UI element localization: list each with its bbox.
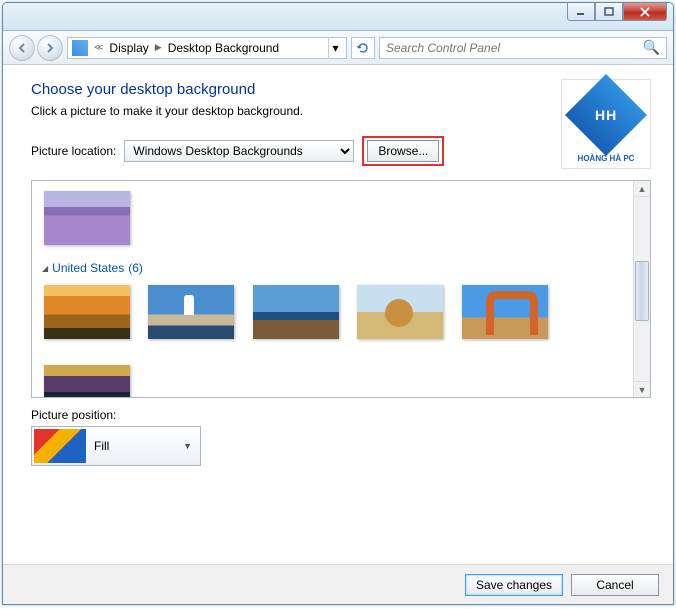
browse-button[interactable]: Browse... bbox=[367, 140, 439, 162]
picture-position: Picture position: Fill ▼ bbox=[31, 408, 651, 466]
navigation-bar: ≪ Display ▶ Desktop Background ▾ 🔍 bbox=[3, 31, 673, 65]
page-subtitle: Click a picture to make it your desktop … bbox=[31, 104, 651, 118]
titlebar bbox=[3, 3, 673, 31]
browse-highlight: Browse... bbox=[362, 136, 444, 166]
picture-position-label: Picture position: bbox=[31, 408, 651, 422]
picture-location-row: Picture location: Windows Desktop Backgr… bbox=[31, 136, 651, 166]
chevron-right-icon: ▶ bbox=[155, 42, 162, 53]
content-area: HH HOÀNG HÀ PC Choose your desktop backg… bbox=[3, 65, 673, 564]
breadcrumb-display[interactable]: Display bbox=[109, 41, 148, 55]
forward-button[interactable] bbox=[37, 35, 63, 61]
collapse-caret-icon: ◢ bbox=[42, 264, 48, 273]
scrollbar[interactable]: ▲ ▼ bbox=[633, 181, 650, 397]
picture-position-select[interactable]: Fill ▼ bbox=[31, 426, 201, 466]
scroll-thumb[interactable] bbox=[635, 261, 649, 321]
wallpaper-thumb[interactable] bbox=[44, 285, 130, 339]
breadcrumb-desktop-background[interactable]: Desktop Background bbox=[168, 41, 279, 55]
scroll-down-icon[interactable]: ▼ bbox=[634, 381, 650, 397]
back-button[interactable] bbox=[9, 35, 35, 61]
group-count: (6) bbox=[128, 261, 143, 275]
wallpaper-scroll-area[interactable]: ◢ United States (6) bbox=[32, 181, 633, 397]
maximize-button[interactable] bbox=[595, 3, 623, 21]
wallpaper-thumb[interactable] bbox=[462, 285, 548, 339]
close-button[interactable] bbox=[623, 3, 667, 21]
picture-location-label: Picture location: bbox=[31, 144, 116, 158]
wallpaper-thumb[interactable] bbox=[44, 365, 130, 397]
group-header-united-states[interactable]: ◢ United States (6) bbox=[42, 261, 623, 275]
logo-diamond-icon: HH bbox=[565, 73, 647, 155]
wallpaper-thumb[interactable] bbox=[357, 285, 443, 339]
wallpaper-thumb[interactable] bbox=[253, 285, 339, 339]
breadcrumb-dropdown[interactable]: ▾ bbox=[328, 38, 342, 58]
wallpaper-list: ◢ United States (6) ▲ ▼ bbox=[31, 180, 651, 398]
breadcrumb[interactable]: ≪ Display ▶ Desktop Background ▾ bbox=[67, 37, 347, 59]
group-name: United States bbox=[52, 261, 124, 275]
minimize-button[interactable] bbox=[567, 3, 595, 21]
nav-arrows bbox=[9, 35, 63, 61]
window-controls bbox=[567, 3, 667, 23]
footer: Save changes Cancel bbox=[3, 564, 673, 604]
brand-logo: HH HOÀNG HÀ PC bbox=[561, 79, 651, 169]
save-changes-button[interactable]: Save changes bbox=[465, 574, 563, 596]
cancel-button[interactable]: Cancel bbox=[571, 574, 659, 596]
wallpaper-thumb[interactable] bbox=[44, 191, 130, 245]
search-icon: 🔍 bbox=[643, 39, 660, 56]
scroll-up-icon[interactable]: ▲ bbox=[634, 181, 650, 197]
control-panel-icon bbox=[72, 40, 88, 56]
picture-location-select[interactable]: Windows Desktop Backgrounds bbox=[124, 140, 354, 162]
picture-position-preview-icon bbox=[34, 429, 86, 463]
search-input[interactable] bbox=[386, 41, 643, 55]
picture-position-value: Fill bbox=[94, 439, 109, 453]
chevron-left-icon: ≪ bbox=[94, 42, 103, 53]
wallpaper-thumb[interactable] bbox=[148, 285, 234, 339]
refresh-button[interactable] bbox=[351, 37, 375, 59]
control-panel-window: ≪ Display ▶ Desktop Background ▾ 🔍 HH HO… bbox=[2, 2, 674, 605]
page-title: Choose your desktop background bbox=[31, 81, 651, 98]
search-box[interactable]: 🔍 bbox=[379, 37, 667, 59]
chevron-down-icon: ▼ bbox=[183, 441, 192, 451]
